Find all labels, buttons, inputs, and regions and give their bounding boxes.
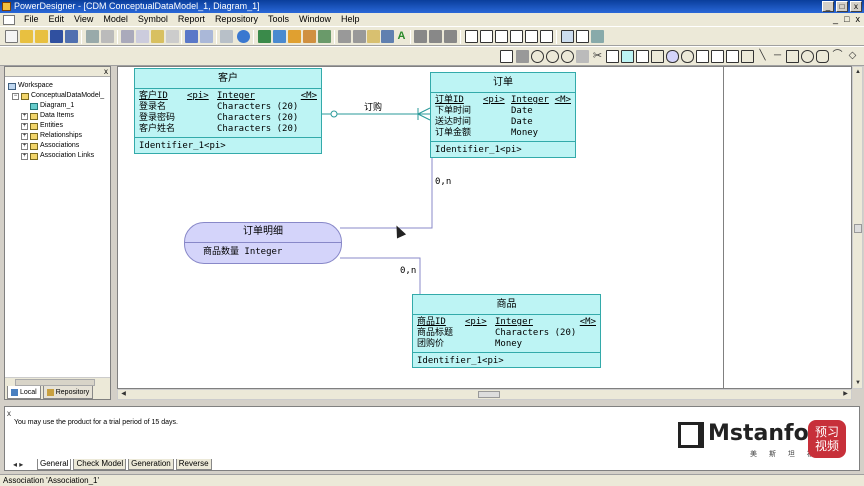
association-link-order[interactable] bbox=[340, 158, 433, 229]
scroll-up-icon[interactable]: ▲ bbox=[854, 68, 862, 76]
output-close-button[interactable]: x bbox=[7, 409, 11, 418]
entity-title: 商品 bbox=[413, 295, 600, 315]
cardinality-product: 0,n bbox=[400, 266, 417, 276]
tab-generation[interactable]: Generation bbox=[128, 459, 174, 470]
scroll-right-icon[interactable]: ▶ bbox=[841, 390, 850, 399]
output-message: You may use the product for a trial peri… bbox=[14, 419, 178, 426]
scroll-down-icon[interactable]: ▼ bbox=[854, 379, 862, 387]
association-order-detail[interactable]: 订单明细 商品数量 Integer bbox=[184, 222, 342, 264]
tab-reverse[interactable]: Reverse bbox=[175, 459, 212, 470]
entity-title: 客户 bbox=[135, 69, 321, 89]
canvas-vscrollbar[interactable]: ▲ ▼ bbox=[852, 66, 863, 389]
entity-identifier: Identifier_1<pi> bbox=[435, 145, 522, 155]
entity-title: 订单 bbox=[431, 73, 575, 93]
scroll-thumb[interactable] bbox=[478, 391, 500, 398]
entity-product[interactable]: 商品 商品ID <pi> Integer <M> 商品标题 Characters (20… bbox=[412, 294, 601, 368]
attribute-row[interactable]: 送达时间 Date bbox=[435, 117, 575, 128]
relationship-label[interactable]: 订购 bbox=[364, 100, 382, 113]
scroll-left-icon[interactable]: ◀ bbox=[119, 390, 128, 399]
entity-order[interactable]: 订单 订单ID <pi> Integer <M> 下单时间 Date 送达时间 Date … bbox=[430, 72, 576, 158]
cardinality-order: 0,n bbox=[435, 177, 452, 187]
tab-general[interactable]: General bbox=[37, 459, 72, 470]
attribute-row[interactable]: 登录名 Characters (20) bbox=[139, 102, 321, 113]
entity-customer[interactable]: 客户 客户ID <pi> Integer <M> 登录名 Characters (20)… bbox=[134, 68, 322, 154]
relationship-zero-marker bbox=[330, 110, 338, 118]
entity-attributes: 订单ID <pi> Integer <M> 下单时间 Date 送达时间 Date 订单金… bbox=[431, 93, 575, 142]
watermark-badge: 预习视频 bbox=[808, 420, 846, 458]
scroll-thumb[interactable] bbox=[854, 224, 862, 233]
canvas-hscrollbar[interactable]: ◀ ▶ bbox=[117, 389, 852, 400]
attribute-row[interactable]: 客户姓名 Characters (20) bbox=[139, 124, 321, 135]
book-logo-icon bbox=[678, 422, 704, 448]
attribute-row[interactable]: 客户ID <pi> Integer <M> bbox=[139, 91, 321, 102]
entity-identifier: Identifier_1<pi> bbox=[139, 141, 226, 151]
status-bar: Association 'Association_1' bbox=[0, 474, 864, 486]
attribute-row[interactable]: 下单时间 Date bbox=[435, 106, 575, 117]
association-attribute[interactable]: 商品数量 Integer bbox=[185, 243, 341, 259]
attribute-row[interactable]: 订单金额 Money bbox=[435, 128, 575, 139]
watermark-logo: Mstanford 美 斯 坦 福 预习视频 bbox=[678, 420, 846, 460]
attribute-row[interactable]: 登录密码 Characters (20) bbox=[139, 113, 321, 124]
attribute-row[interactable]: 团购价 Money bbox=[417, 339, 600, 350]
crowfoot-upper bbox=[417, 107, 431, 115]
association-link-product[interactable] bbox=[340, 257, 421, 295]
association-title: 订单明细 bbox=[185, 223, 341, 243]
output-tabs: General Check Model Generation Reverse bbox=[5, 459, 212, 470]
entity-identifier: Identifier_1<pi> bbox=[417, 356, 504, 366]
tab-check-model[interactable]: Check Model bbox=[73, 459, 127, 470]
entity-attributes: 客户ID <pi> Integer <M> 登录名 Characters (20) 登录… bbox=[135, 89, 321, 138]
crowfoot-lower bbox=[417, 113, 431, 121]
attribute-row[interactable]: 商品标题 Characters (20) bbox=[417, 328, 600, 339]
attribute-row[interactable]: 商品ID <pi> Integer <M> bbox=[417, 317, 600, 328]
attribute-row[interactable]: 订单ID <pi> Integer <M> bbox=[435, 95, 575, 106]
entity-attributes: 商品ID <pi> Integer <M> 商品标题 Characters (20) 团… bbox=[413, 315, 600, 353]
